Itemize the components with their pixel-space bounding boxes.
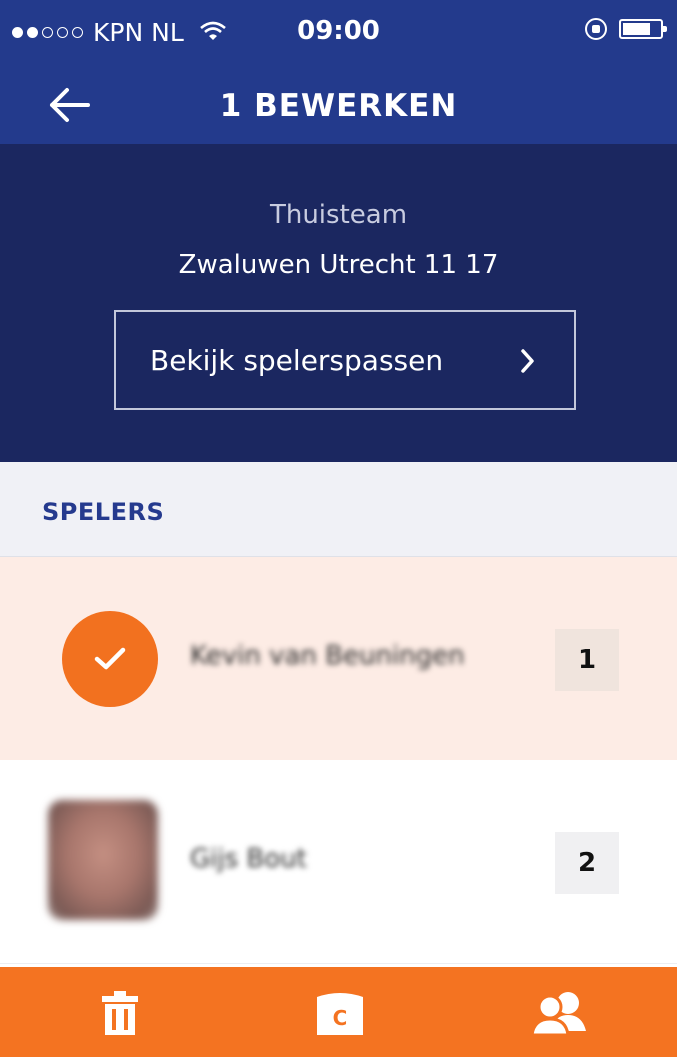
player-row[interactable]: Gijs Bout 2 — [0, 760, 677, 964]
chevron-right-icon — [520, 348, 536, 378]
users-icon — [530, 992, 586, 1037]
section-title: SPELERS — [42, 498, 165, 526]
bottom-toolbar: C — [0, 967, 677, 1057]
selected-badge — [62, 611, 158, 707]
view-player-passes-label: Bekijk spelerspassen — [150, 343, 444, 377]
card-button[interactable]: C — [310, 987, 370, 1039]
shirt-number[interactable]: 1 — [555, 629, 619, 691]
rotation-lock-icon — [585, 18, 607, 40]
team-header: Thuisteam Zwaluwen Utrecht 11 17 Bekijk … — [0, 144, 677, 462]
battery-icon — [619, 19, 667, 39]
player-row[interactable]: Kevin van Beuningen 1 — [0, 557, 677, 760]
checkmark-icon — [94, 647, 126, 670]
card-letter: C — [333, 1006, 348, 1030]
status-bar: KPN NL 09:00 — [0, 0, 677, 66]
view-player-passes-button[interactable]: Bekijk spelerspassen — [114, 310, 576, 410]
page-title: 1 BEWERKEN — [219, 88, 458, 124]
delete-button[interactable] — [90, 987, 150, 1039]
team-label: Thuisteam — [269, 200, 408, 230]
player-name: Gijs Bout — [190, 844, 307, 874]
player-name: Kevin van Beuningen — [190, 641, 465, 671]
players-section-header: SPELERS — [0, 462, 677, 557]
team-name: Zwaluwen Utrecht 11 17 — [178, 250, 499, 280]
nav-bar: 1 BEWERKEN — [0, 66, 677, 144]
trash-icon — [102, 991, 138, 1035]
card-icon: C — [317, 993, 363, 1035]
players-button[interactable] — [530, 987, 590, 1039]
avatar — [48, 800, 158, 920]
status-time: 09:00 — [297, 16, 380, 46]
shirt-number[interactable]: 2 — [555, 832, 619, 894]
